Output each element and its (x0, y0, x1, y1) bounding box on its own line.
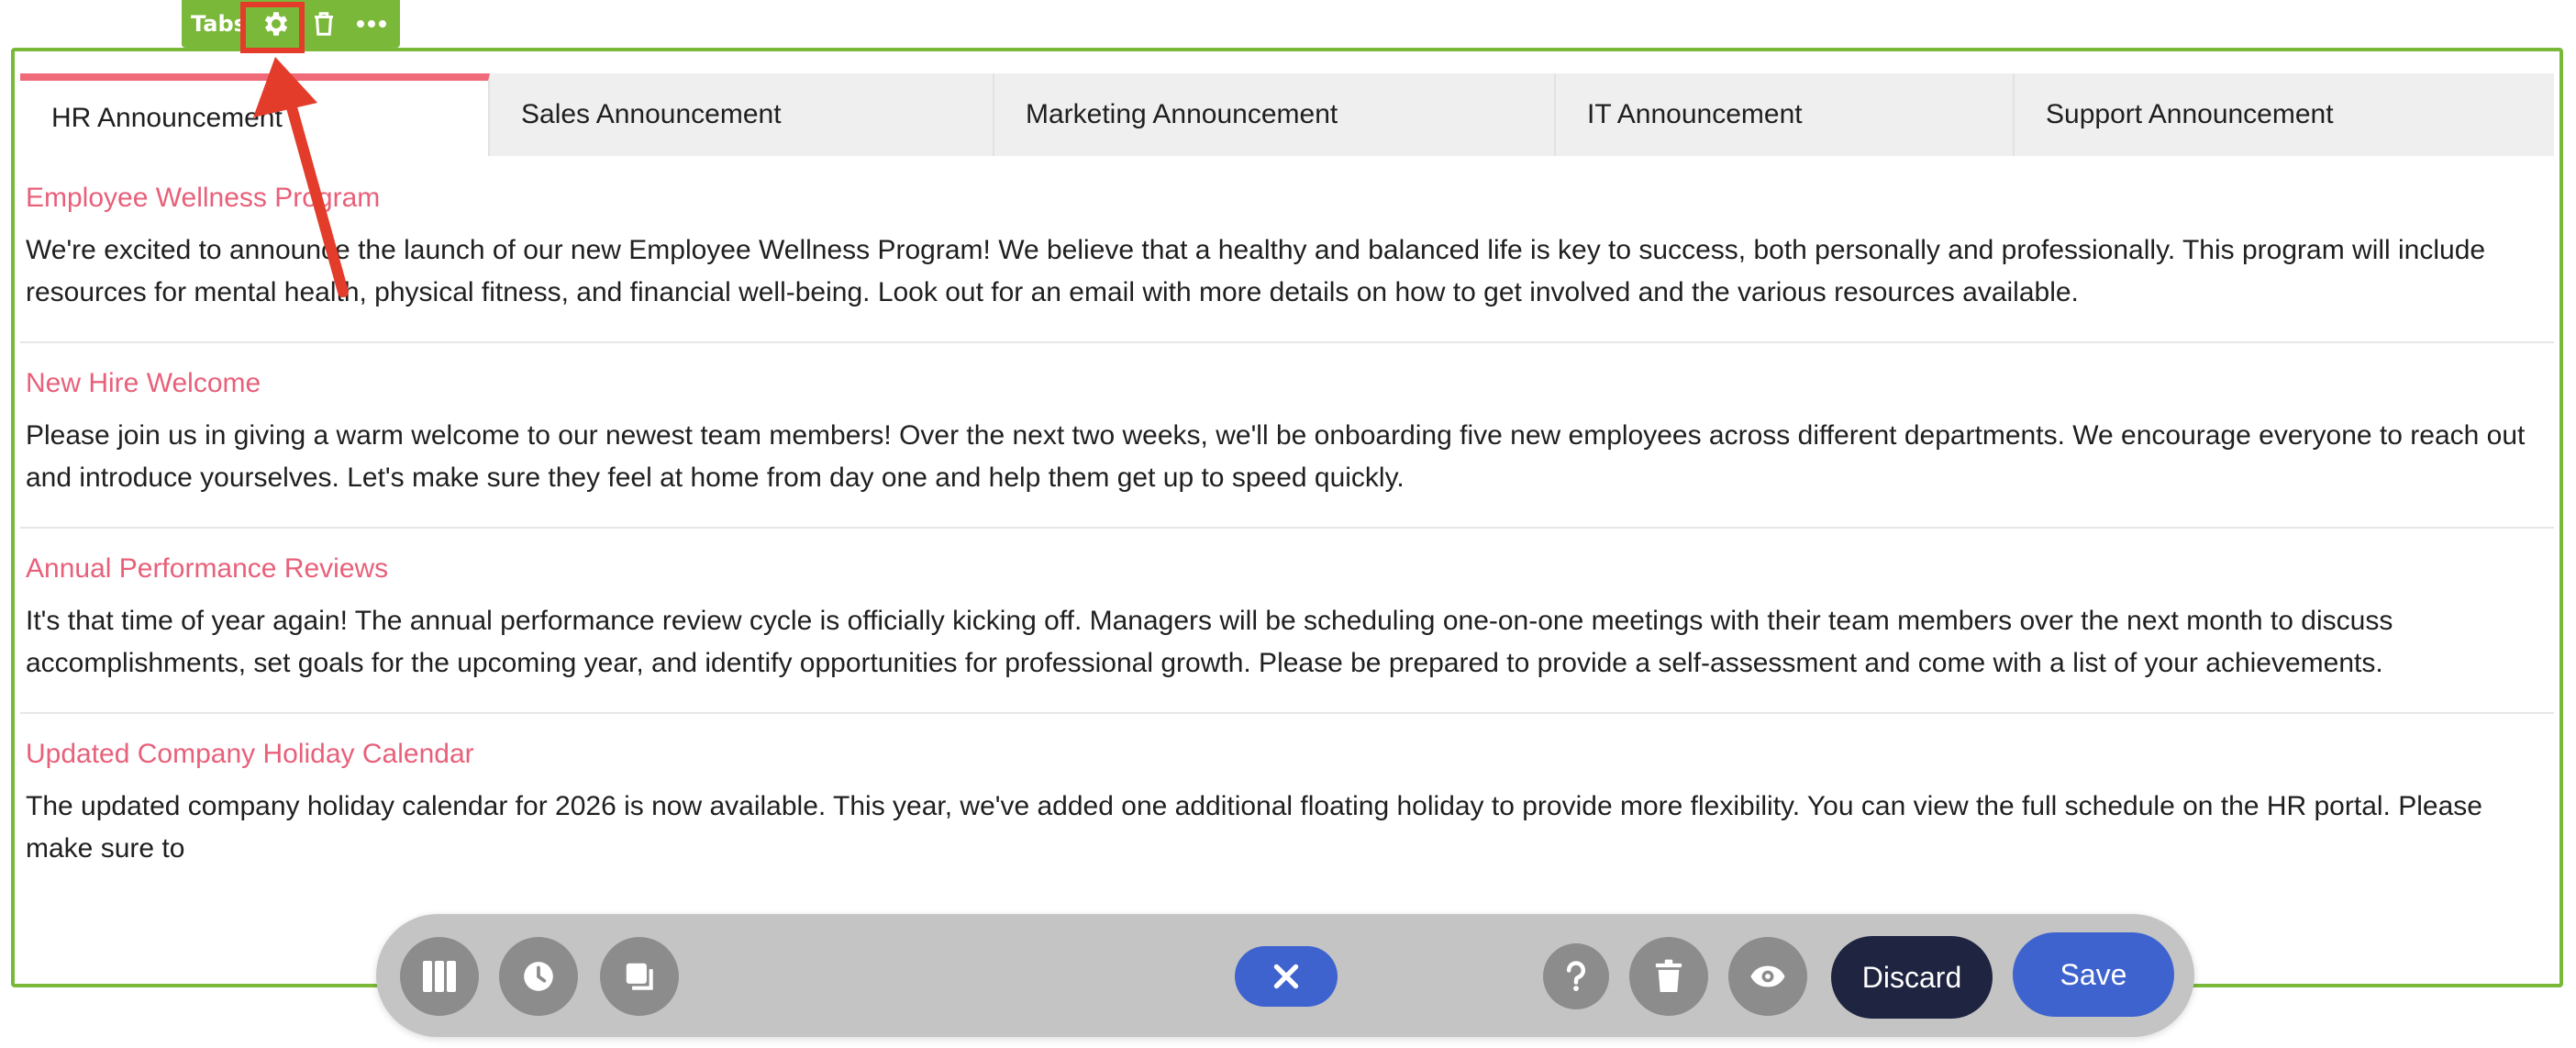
tab-hr-announcement[interactable]: HR Announcement (20, 73, 490, 156)
close-editor-button[interactable] (1235, 946, 1338, 1007)
announcement-title: New Hire Welcome (26, 368, 261, 398)
announcement-title: Updated Company Holiday Calendar (26, 739, 474, 769)
trash-icon (314, 12, 333, 36)
announcement-body: We're excited to announce the launch of … (26, 235, 2486, 307)
close-icon (1273, 964, 1299, 989)
history-button[interactable] (499, 937, 578, 1016)
layers-icon (626, 963, 653, 990)
block-toolbar: Tabs (182, 0, 400, 48)
tab-it-announcement[interactable]: IT Announcement (1556, 73, 2015, 156)
gear-icon (264, 12, 288, 36)
list-item: New Hire Welcome Please join us in givin… (20, 343, 2554, 529)
tab-label: Support Announcement (2046, 99, 2334, 129)
preview-button[interactable] (1728, 937, 1807, 1016)
columns-icon (423, 961, 456, 992)
editor-bottom-bar: Discard Save (376, 914, 2194, 1037)
layers-button[interactable] (600, 937, 679, 1016)
page: Tabs HR Announcement Sales Announcement (0, 0, 2576, 1048)
tab-sales-announcement[interactable]: Sales Announcement (490, 73, 994, 156)
columns-button[interactable] (400, 937, 479, 1016)
tab-label: Sales Announcement (521, 99, 782, 129)
tab-label: Marketing Announcement (1026, 99, 1338, 129)
discard-button[interactable]: Discard (1831, 936, 1993, 1019)
tab-marketing-announcement[interactable]: Marketing Announcement (994, 73, 1556, 156)
tab-label: HR Announcement (51, 103, 283, 133)
announcement-body: Please join us in giving a warm welcome … (26, 420, 2526, 493)
help-icon (1566, 961, 1586, 991)
more-icon (356, 20, 386, 28)
more-options-button[interactable] (348, 0, 395, 48)
history-icon (524, 962, 553, 991)
tab-support-announcement[interactable]: Support Announcement (2015, 73, 2554, 156)
save-button[interactable]: Save (2013, 932, 2174, 1017)
announcement-title: Annual Performance Reviews (26, 553, 389, 584)
delete-button[interactable] (1629, 937, 1708, 1016)
announcement-body: The updated company holiday calendar for… (26, 791, 2482, 864)
list-item: Updated Company Holiday Calendar The upd… (20, 714, 2554, 897)
announcement-body: It's that time of year again! The annual… (26, 606, 2393, 678)
tab-panel: Employee Wellness Program We're excited … (20, 158, 2554, 980)
tab-bar: HR Announcement Sales Announcement Marke… (20, 73, 2554, 156)
block-type-label: Tabs (191, 11, 247, 37)
settings-button[interactable] (252, 0, 300, 48)
list-item: Employee Wellness Program We're excited … (20, 158, 2554, 343)
delete-icon (1655, 959, 1682, 992)
tab-label: IT Announcement (1587, 99, 1803, 129)
preview-icon (1750, 965, 1785, 987)
delete-block-button[interactable] (300, 0, 348, 48)
list-item: Annual Performance Reviews It's that tim… (20, 529, 2554, 714)
announcement-title: Employee Wellness Program (26, 183, 381, 213)
help-button[interactable] (1543, 943, 1609, 1009)
